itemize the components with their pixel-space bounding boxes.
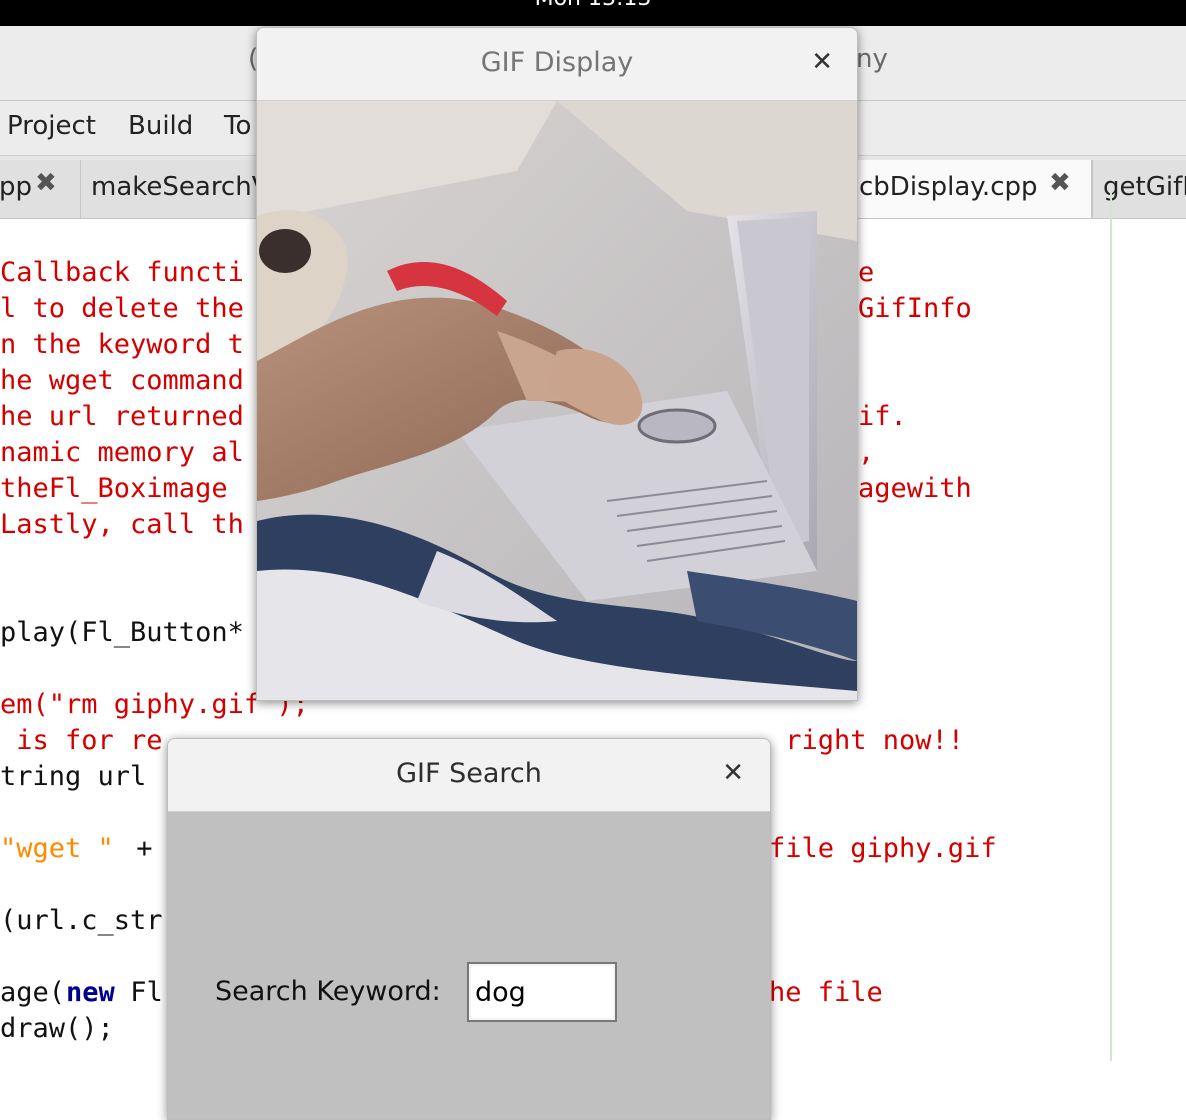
code-line-tail: GifInfo <box>858 293 972 324</box>
gif-display-title: GIF Display <box>480 47 634 78</box>
search-keyword-input[interactable] <box>467 962 617 1022</box>
gif-image-graphic <box>257 101 857 700</box>
code-line: (url.c_str <box>0 905 163 936</box>
code-line: play(Fl_Button* <box>0 617 244 648</box>
code-line: Fl <box>114 977 163 1008</box>
code-line: l to delete the <box>0 293 244 324</box>
close-tab-icon[interactable]: ✖ <box>35 168 57 198</box>
code-line-tail: agewith <box>858 473 972 504</box>
code-line-tail: right now!! <box>769 725 965 756</box>
system-top-bar: Mon 13:13 <box>0 0 1186 26</box>
gif-display-titlebar[interactable]: GIF Display ✕ <box>257 28 857 101</box>
code-line: namic memory al <box>0 437 244 468</box>
close-tab-icon[interactable]: ✖ <box>1049 168 1071 198</box>
code-keyword: new <box>66 977 115 1008</box>
tab-cbdisplay[interactable]: cbDisplay.cpp ✖ <box>846 160 1092 218</box>
tab-label: cbDisplay.cpp <box>859 172 1038 202</box>
code-line: Callback functi <box>0 257 244 288</box>
code-line-tail: file giphy.gif <box>769 833 997 864</box>
code-line-tail: if. <box>858 401 907 432</box>
code-line-tail: e <box>858 257 875 288</box>
tab-label: getGifI <box>1103 172 1186 202</box>
tab-makesearch[interactable]: makeSearchV <box>80 160 282 218</box>
code-line: he wget command <box>0 365 244 396</box>
tab-getgifinfo[interactable]: getGifI <box>1092 160 1186 218</box>
edge-marker-line <box>1110 193 1112 1061</box>
code-line: Lastly, call th <box>0 509 244 540</box>
code-line: theFl_Boximage <box>0 473 244 504</box>
gif-search-title: GIF Search <box>396 758 542 789</box>
gif-display-window: GIF Display ✕ <box>256 27 858 701</box>
code-line-tail: , <box>858 437 875 468</box>
code-line: age( <box>0 977 66 1008</box>
menu-build[interactable]: Build <box>128 111 193 141</box>
search-keyword-label: Search Keyword: <box>215 976 441 1007</box>
tab-label: makeSearchV <box>91 172 270 202</box>
code-line: draw(); <box>0 1013 114 1044</box>
clock: Mon 13:13 <box>535 0 652 11</box>
close-icon[interactable]: ✕ <box>722 755 744 791</box>
code-string: "wget " <box>0 833 114 864</box>
close-icon[interactable]: ✕ <box>811 44 833 80</box>
menu-tools[interactable]: To <box>224 111 251 141</box>
code-line: he url returned <box>0 401 244 432</box>
tab-file-1[interactable]: pp ✖ <box>0 160 82 218</box>
gif-search-body: Search Keyword: <box>168 812 770 1119</box>
editor-title-fragment-right: ny <box>856 44 888 74</box>
code-operator: + <box>120 833 169 864</box>
code-line-tail: he file <box>769 977 883 1008</box>
gif-search-titlebar[interactable]: GIF Search ✕ <box>168 739 770 812</box>
tab-label: pp <box>0 172 33 202</box>
gif-image <box>257 101 857 700</box>
code-line: is for re <box>0 725 163 756</box>
code-line: n the keyword t <box>0 329 244 360</box>
menu-project[interactable]: Project <box>7 111 96 141</box>
code-line: tring url <box>0 761 163 792</box>
gif-search-window: GIF Search ✕ Search Keyword: <box>167 738 771 1120</box>
